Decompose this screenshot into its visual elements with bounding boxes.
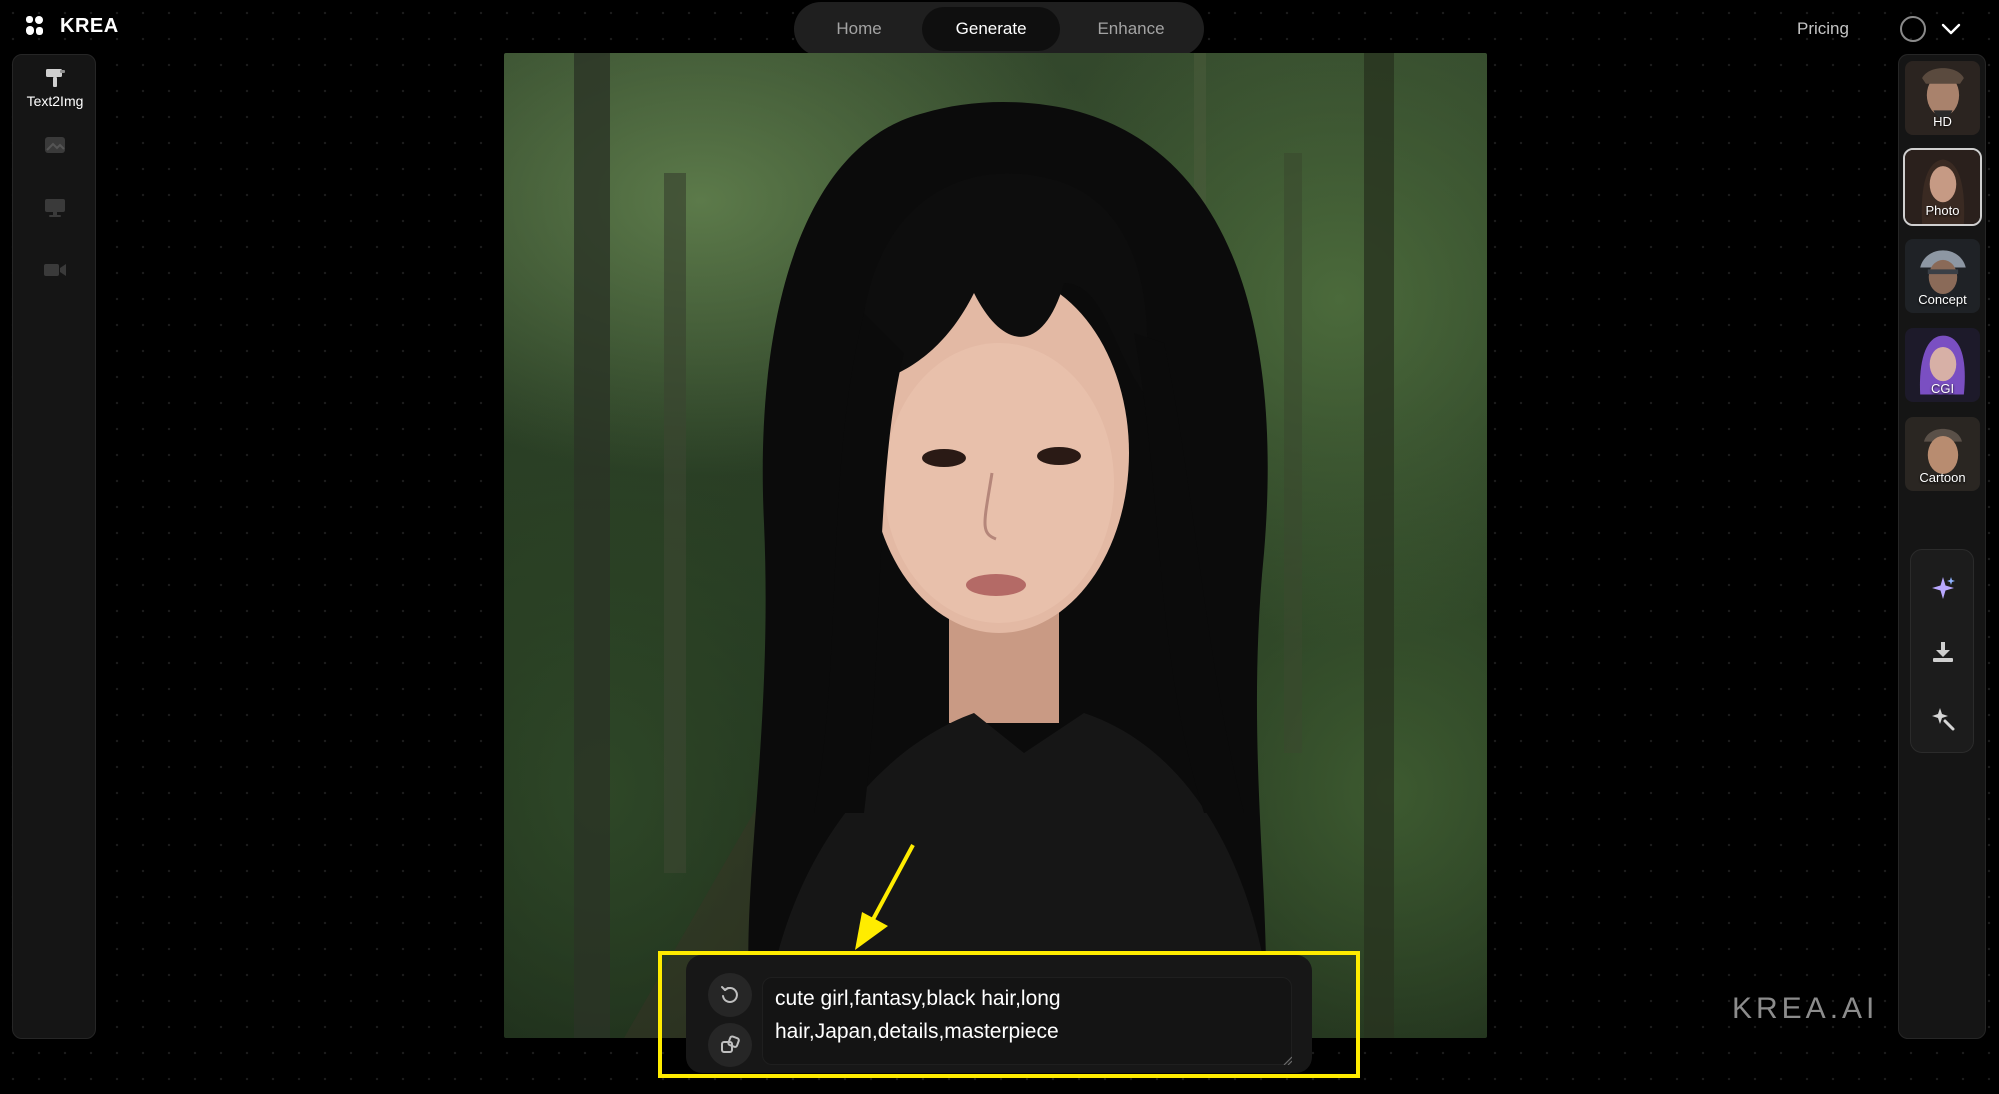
- style-label: Photo: [1925, 203, 1960, 218]
- profile-avatar[interactable]: [1900, 16, 1926, 42]
- download-icon: [1933, 642, 1953, 662]
- style-rail: HD Photo Concept CGI Cartoon: [1898, 54, 1986, 1039]
- dice-icon: [721, 1035, 740, 1053]
- portrait-image: [574, 53, 1394, 1038]
- style-label: HD: [1933, 114, 1952, 129]
- sparkle-enhance-icon: [1932, 577, 1955, 599]
- style-cartoon[interactable]: Cartoon: [1903, 415, 1982, 493]
- style-hd[interactable]: HD: [1903, 59, 1982, 137]
- tool-realtime[interactable]: [13, 197, 97, 219]
- magic-wand-icon: [1932, 708, 1955, 731]
- top-nav: Home Generate Enhance: [794, 2, 1204, 56]
- tool-label: Text2Img: [26, 93, 84, 109]
- magic-button[interactable]: [1911, 686, 1975, 750]
- prompt-input[interactable]: [762, 977, 1292, 1065]
- monitor-icon: [45, 199, 65, 217]
- refresh-icon: [721, 986, 738, 1003]
- tool-image[interactable]: [13, 135, 97, 155]
- randomize-button[interactable]: [708, 1023, 752, 1067]
- brand[interactable]: KREA: [24, 14, 119, 38]
- style-concept[interactable]: Concept: [1903, 237, 1982, 315]
- tool-text2img[interactable]: Text2Img: [13, 67, 97, 109]
- left-toolbar: Text2Img: [12, 54, 96, 1039]
- download-button[interactable]: [1911, 620, 1975, 684]
- tab-enhance[interactable]: Enhance: [1064, 7, 1198, 51]
- style-label: CGI: [1930, 381, 1955, 396]
- generated-image[interactable]: [504, 53, 1487, 1038]
- regenerate-button[interactable]: [708, 973, 752, 1017]
- video-icon: [44, 264, 66, 276]
- watermark: KREA.AI: [1732, 992, 1879, 1025]
- enhance-button[interactable]: [1911, 556, 1975, 620]
- image-icon: [45, 137, 65, 153]
- style-photo[interactable]: Photo: [1903, 148, 1982, 226]
- krea-logo-icon: [26, 16, 43, 35]
- chevron-down-icon[interactable]: [1940, 18, 1962, 40]
- brand-name: KREA: [60, 14, 119, 37]
- style-cgi[interactable]: CGI: [1903, 326, 1982, 404]
- tab-home[interactable]: Home: [800, 7, 918, 51]
- resize-handle-icon[interactable]: [1282, 1055, 1292, 1065]
- text2img-icon: [46, 69, 65, 87]
- prompt-panel: [686, 955, 1312, 1073]
- tab-generate[interactable]: Generate: [922, 7, 1061, 51]
- pricing-link[interactable]: Pricing: [1797, 19, 1849, 39]
- action-toolbar: [1910, 549, 1974, 753]
- style-label: Cartoon: [1919, 470, 1966, 485]
- tool-video[interactable]: [13, 261, 97, 279]
- style-label: Concept: [1918, 292, 1967, 307]
